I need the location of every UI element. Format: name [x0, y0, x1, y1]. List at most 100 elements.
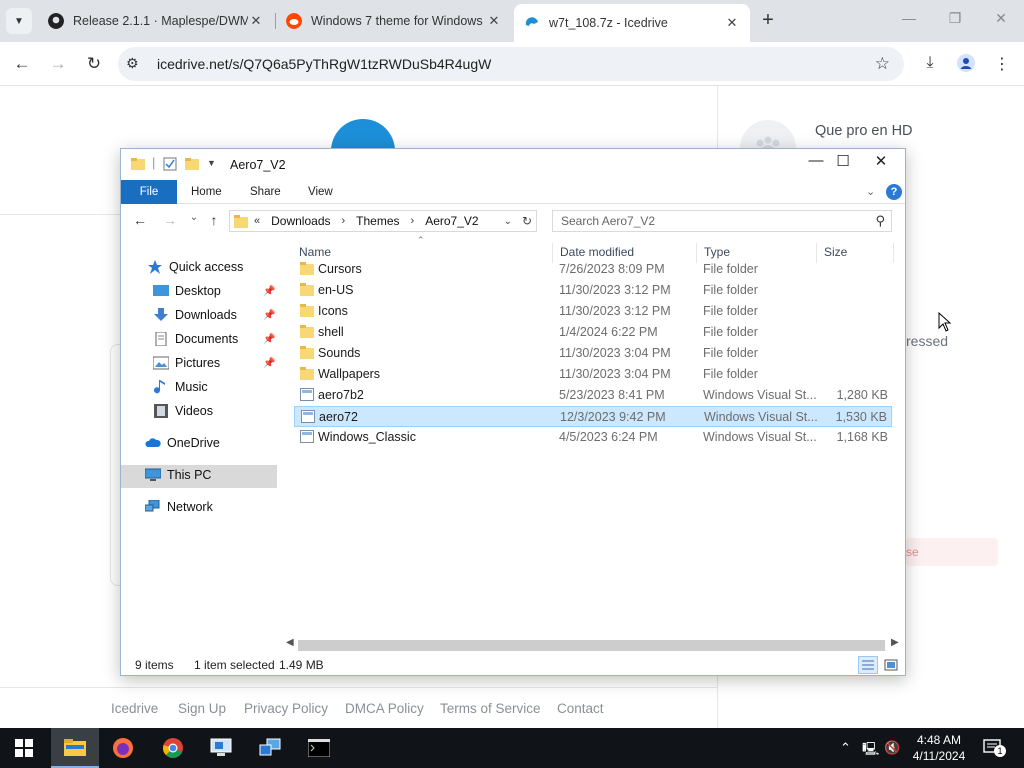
chevron-down-icon[interactable]: ⌄ — [504, 216, 512, 227]
ribbon-tab-share[interactable]: Share — [250, 186, 281, 198]
file-name: Wallpapers — [318, 367, 381, 381]
chevron-right-icon[interactable]: › — [411, 215, 415, 227]
download-icon[interactable]: ⤓ — [919, 54, 941, 72]
profile-icon[interactable] — [955, 54, 977, 77]
expand-ribbon-icon[interactable]: ⌄ — [866, 185, 875, 198]
footer-link-privacy[interactable]: Privacy Policy — [244, 701, 328, 716]
properties-icon[interactable] — [163, 157, 177, 171]
forward-button[interactable]: → — [46, 52, 70, 76]
nav-downloads[interactable]: Downloads 📌 — [153, 304, 309, 326]
refresh-icon[interactable]: ↻ — [522, 214, 532, 228]
up-arrow-icon[interactable]: ↑ — [204, 212, 224, 228]
scroll-left-icon[interactable]: ◀ — [286, 637, 294, 648]
breadcrumb-themes[interactable]: Themes — [356, 214, 399, 228]
help-icon[interactable]: ? — [886, 184, 902, 200]
nav-onedrive[interactable]: OneDrive — [145, 432, 220, 454]
system-clock[interactable]: 4:48 AM 4/11/2024 — [904, 732, 974, 764]
folder-icon — [300, 325, 314, 338]
file-row[interactable]: Wallpapers 11/30/2023 3:04 PM File folder — [294, 364, 892, 385]
ribbon-tab-file[interactable]: File — [121, 180, 177, 204]
horizontal-scrollbar[interactable]: ◀ ▶ — [284, 637, 905, 653]
column-divider[interactable] — [893, 243, 894, 263]
breadcrumb-downloads[interactable]: Downloads — [271, 214, 330, 228]
nav-pictures[interactable]: Pictures 📌 — [153, 352, 309, 374]
scroll-right-icon[interactable]: ▶ — [891, 637, 899, 648]
restore-icon[interactable]: ❐ — [945, 10, 965, 27]
chevron-right-icon[interactable]: › — [342, 215, 346, 227]
footer-link-signup[interactable]: Sign Up — [178, 701, 226, 716]
scrollbar-thumb[interactable] — [298, 640, 885, 651]
address-bar[interactable]: ⚙ icedrive.net/s/Q7Q6a5PyThRgW1tzRWDuSb4… — [118, 47, 904, 81]
close-tab-icon[interactable]: ✕ — [486, 13, 502, 29]
maximize-icon[interactable]: ☐ — [831, 152, 855, 170]
tab-reddit-windows7[interactable]: Windows 7 theme for Windows 11 ✕ — [276, 4, 512, 38]
tab-title: Release 2.1.1 · Maplespe/DWMBlurGlass — [73, 14, 248, 28]
nav-quick-access[interactable]: Quick access — [147, 256, 243, 278]
large-icons-view-button[interactable] — [881, 656, 901, 674]
back-arrow-icon[interactable]: ← — [130, 212, 150, 228]
file-row[interactable]: Sounds 11/30/2023 3:04 PM File folder — [294, 343, 892, 364]
tab-icedrive[interactable]: w7t_108.7z - Icedrive ✕ — [514, 4, 750, 42]
nav-music[interactable]: Music — [153, 376, 208, 398]
browser-menu-icon[interactable]: ⋮ — [991, 54, 1013, 74]
taskbar-terminal[interactable] — [295, 728, 343, 768]
minimize-icon[interactable]: — — [804, 152, 828, 169]
address-breadcrumb[interactable]: « Downloads › Themes › Aero7_V2 ⌄ ↻ — [229, 210, 537, 232]
notification-center-icon[interactable]: 1 — [983, 739, 1006, 757]
footer-link-icedrive[interactable]: Icedrive — [111, 701, 158, 716]
taskbar-file-explorer[interactable] — [51, 728, 99, 768]
mouse-cursor-icon — [938, 311, 952, 337]
nav-documents[interactable]: Documents 📌 — [153, 328, 309, 350]
file-row[interactable]: aero72 12/3/2023 9:42 PM Windows Visual St… — [294, 406, 892, 427]
close-tab-icon[interactable]: ✕ — [724, 15, 740, 31]
file-row[interactable]: Windows_Classic 4/5/2023 6:24 PM Windows V… — [294, 427, 892, 448]
close-tab-icon[interactable]: ✕ — [248, 13, 264, 29]
close-window-icon[interactable]: ✕ — [991, 10, 1011, 27]
nav-network[interactable]: Network — [145, 496, 213, 518]
volume-muted-icon[interactable]: 🔇 — [884, 740, 900, 756]
footer-link-contact[interactable]: Contact — [557, 701, 604, 716]
forward-arrow-icon[interactable]: → — [160, 212, 180, 228]
nav-label: Quick access — [169, 260, 244, 274]
breadcrumb-overflow[interactable]: « — [254, 215, 260, 227]
footer-link-dmca[interactable]: DMCA Policy — [345, 701, 424, 716]
site-info-icon[interactable]: ⚙ — [126, 55, 139, 72]
file-row[interactable]: aero7b2 5/23/2023 8:41 PM Windows Visual S… — [294, 385, 892, 406]
pin-icon: 📌 — [263, 309, 276, 321]
customize-toolbar-icon[interactable]: ▼ — [207, 158, 216, 168]
partial-action-button[interactable]: se — [906, 538, 998, 566]
reload-button[interactable]: ↻ — [82, 52, 106, 76]
new-folder-icon[interactable] — [185, 157, 199, 171]
ribbon-tab-home[interactable]: Home — [191, 186, 222, 198]
search-input[interactable]: Search Aero7_V2 ⚲ — [552, 210, 892, 232]
explorer-titlebar[interactable]: | ▼ Aero7_V2 — ☐ ✕ — [121, 149, 905, 179]
nav-desktop[interactable]: Desktop 📌 — [153, 280, 309, 302]
file-row[interactable]: Cursors 7/26/2023 8:09 PM File folder — [294, 259, 892, 280]
file-row[interactable]: en-US 11/30/2023 3:12 PM File folder — [294, 280, 892, 301]
tab-search-button[interactable]: ▼ — [6, 8, 32, 34]
close-icon[interactable]: ✕ — [869, 152, 893, 170]
show-hidden-icons-icon[interactable]: ⌃ — [840, 740, 851, 756]
back-button[interactable]: ← — [10, 52, 34, 76]
details-view-button[interactable] — [858, 656, 878, 674]
tab-github-release[interactable]: Release 2.1.1 · Maplespe/DWMBlurGlass ✕ — [38, 4, 274, 38]
breadcrumb-aero7v2[interactable]: Aero7_V2 — [425, 214, 478, 228]
browser-toolbar: ← → ↻ ⚙ icedrive.net/s/Q7Q6a5PyThRgW1tzR… — [0, 42, 1024, 86]
start-button[interactable] — [0, 728, 48, 768]
taskbar-chrome[interactable] — [149, 728, 197, 768]
file-row[interactable]: Icons 11/30/2023 3:12 PM File folder — [294, 301, 892, 322]
file-row[interactable]: shell 1/4/2024 6:22 PM File folder — [294, 322, 892, 343]
bookmark-star-icon[interactable]: ☆ — [875, 54, 890, 74]
minimize-icon[interactable]: — — [899, 10, 919, 26]
ribbon-tab-view[interactable]: View — [308, 186, 333, 198]
recent-locations-icon[interactable]: ⌄ — [184, 212, 204, 223]
nav-videos[interactable]: Videos — [153, 400, 213, 422]
footer-link-terms[interactable]: Terms of Service — [440, 701, 541, 716]
network-tray-icon[interactable]: 🖳 — [862, 740, 879, 762]
taskbar-system-app[interactable] — [246, 728, 294, 768]
cloud-icon — [145, 438, 161, 447]
taskbar-remote-desktop[interactable] — [197, 728, 245, 768]
taskbar-firefox[interactable] — [99, 728, 147, 768]
nav-this-pc[interactable]: This PC — [145, 464, 211, 486]
new-tab-button[interactable]: + — [756, 9, 780, 33]
